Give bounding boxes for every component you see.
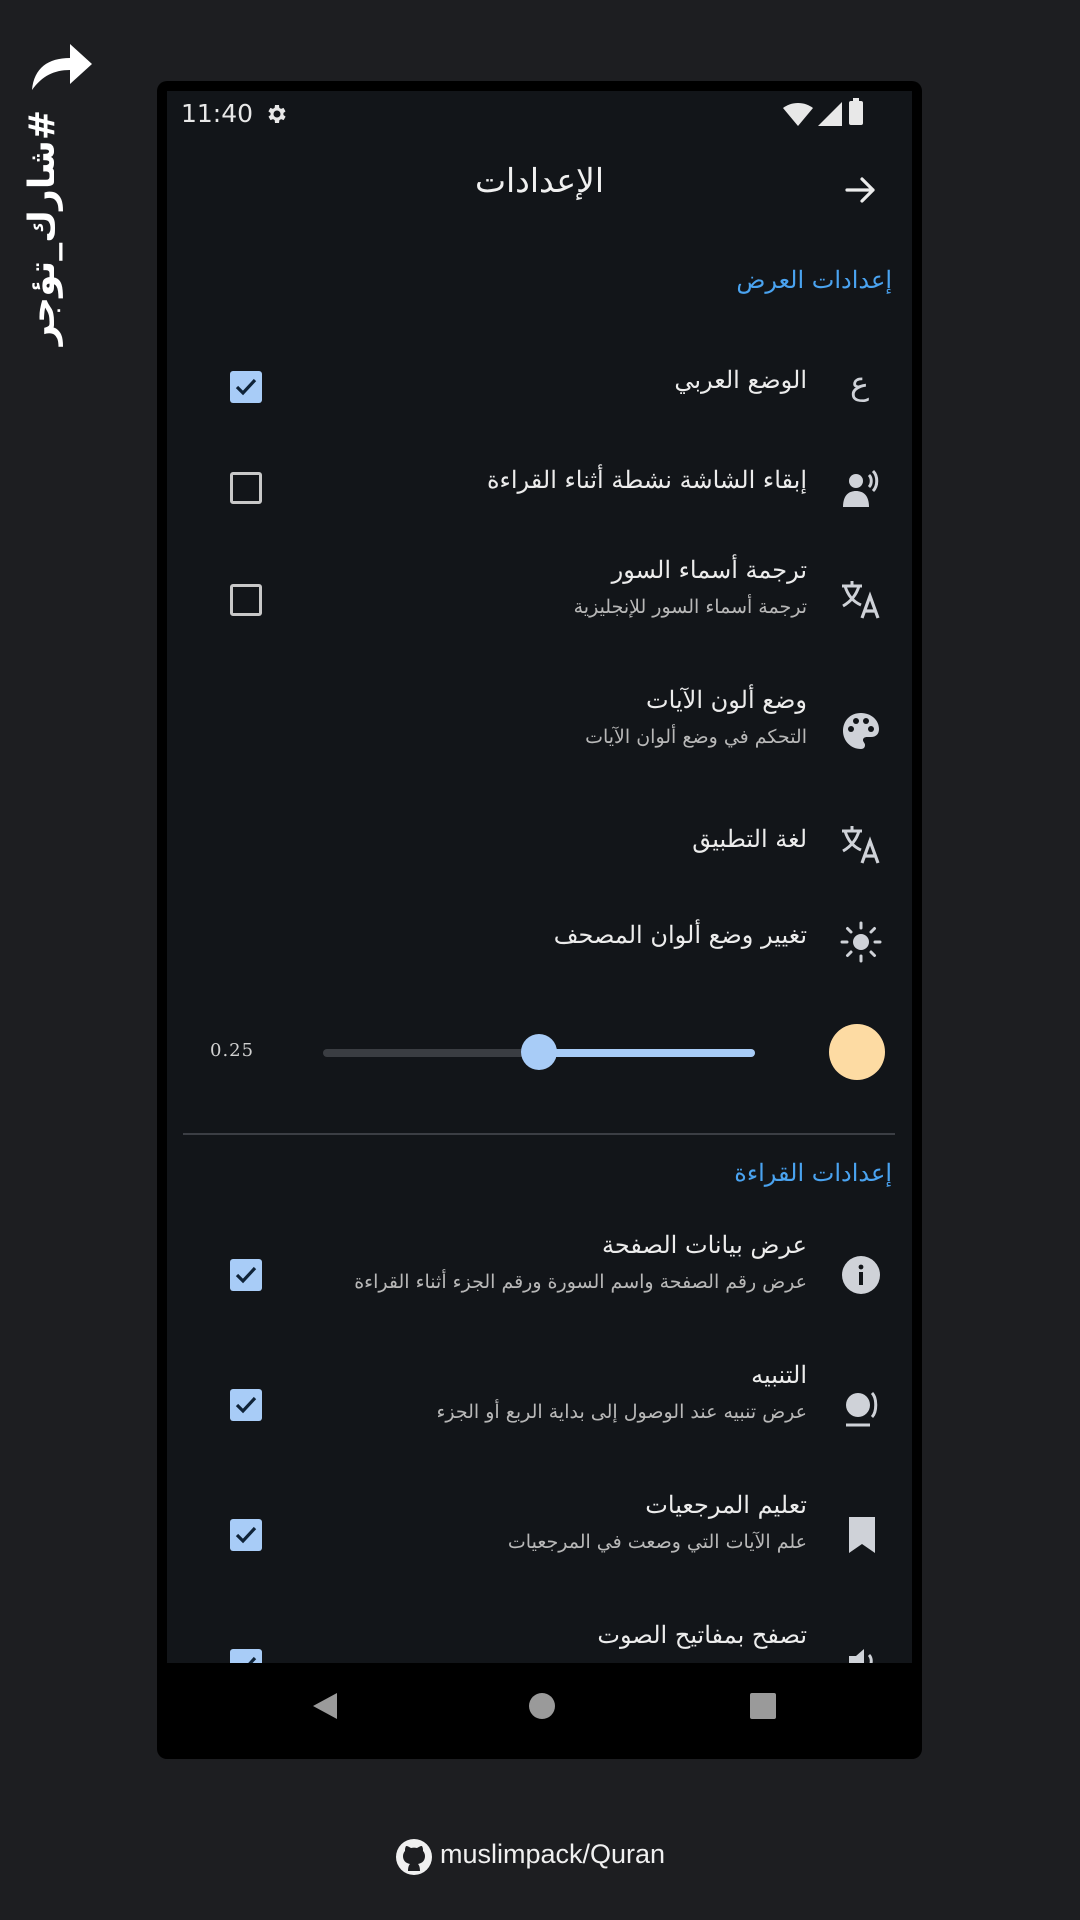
- setting-translate-surah-names[interactable]: ترجمة أسماء السور ترجمة أسماء السور للإن…: [167, 546, 912, 656]
- check-icon: [235, 1526, 257, 1544]
- slider-thumb[interactable]: [521, 1034, 557, 1070]
- alert-checkbox[interactable]: [230, 1389, 262, 1421]
- cell-signal-icon: [818, 102, 842, 126]
- slider-value-label: 0.25: [210, 1040, 255, 1061]
- settings-gear-icon: [268, 105, 286, 123]
- nav-recents-icon[interactable]: [750, 1693, 776, 1719]
- check-icon: [235, 378, 257, 396]
- repo-footer: muslimpack/Quran: [0, 1836, 1080, 1876]
- status-time: 11:40: [181, 99, 254, 128]
- setting-bookmarks[interactable]: تعليم المرجعيات علم الآيات التي وصعت في …: [167, 1481, 912, 1591]
- volume-icon: [849, 1649, 873, 1663]
- phone-frame: 11:40 الإعدادات إعدادات العرض ع الوضع ال…: [157, 81, 922, 1759]
- brightness-icon: [840, 921, 882, 963]
- setting-subtitle: عرض تنبيه عند الوصول إلى بداية الربع أو …: [436, 1401, 807, 1423]
- share-arrow-icon: [32, 44, 92, 90]
- setting-title: التنبيه: [751, 1361, 807, 1389]
- page-info-checkbox[interactable]: [230, 1259, 262, 1291]
- alert-bell-icon: [846, 1391, 878, 1427]
- volume-keys-checkbox[interactable]: [230, 1649, 262, 1663]
- setting-arabic-mode[interactable]: ع الوضع العربي: [167, 346, 912, 428]
- app-bar: الإعدادات: [167, 151, 912, 231]
- setting-subtitle: عرض رقم الصفحة واسم السورة ورقم الجزء أث…: [354, 1271, 807, 1293]
- translate-icon: [842, 826, 880, 864]
- setting-title: تغيير وضع ألوان المصحف: [553, 921, 807, 949]
- setting-title: عرض بيانات الصفحة: [602, 1231, 807, 1259]
- bookmark-icon: [849, 1517, 875, 1553]
- setting-subtitle: علم الآيات التي وصعت في المرجعيات: [507, 1531, 807, 1553]
- setting-volume-keys[interactable]: تصفح بمفاتيح الصوت: [167, 1611, 912, 1663]
- hashtag-text: #شارك_تؤجر: [22, 110, 63, 346]
- nav-home-icon[interactable]: [529, 1693, 555, 1719]
- color-swatch[interactable]: [829, 1024, 885, 1080]
- check-icon: [235, 1396, 257, 1414]
- system-nav-bar: [167, 1663, 912, 1749]
- setting-title: وضع ألون الآيات: [646, 686, 807, 714]
- info-icon: [842, 1256, 880, 1294]
- bookmarks-checkbox[interactable]: [230, 1519, 262, 1551]
- battery-icon: [849, 98, 863, 125]
- translate-icon: [842, 581, 880, 619]
- github-icon: [396, 1839, 432, 1875]
- setting-title: تعليم المرجعيات: [645, 1491, 807, 1519]
- check-icon: [235, 1266, 257, 1284]
- reading-settings-header: إعدادات القراءة: [734, 1159, 892, 1187]
- setting-title: إبقاء الشاشة نشطة أثناء القراءة: [486, 466, 807, 494]
- slider-fill: [539, 1049, 755, 1057]
- arabic-letter-icon: ع: [850, 364, 870, 402]
- wifi-icon: [783, 103, 813, 126]
- nav-back-icon[interactable]: [311, 1691, 339, 1721]
- setting-title: لغة التطبيق: [692, 825, 807, 853]
- setting-subtitle: التحكم في وضع ألوان الآيات: [585, 726, 807, 748]
- setting-page-info[interactable]: عرض بيانات الصفحة عرض رقم الصفحة واسم ال…: [167, 1221, 912, 1331]
- settings-screen: 11:40 الإعدادات إعدادات العرض ع الوضع ال…: [167, 91, 912, 1663]
- palette-icon: [843, 713, 879, 749]
- page-title: الإعدادات: [474, 161, 605, 200]
- check-icon: [248, 1656, 257, 1663]
- setting-keep-screen-on[interactable]: إبقاء الشاشة نشطة أثناء القراءة: [167, 446, 912, 528]
- setting-subtitle: ترجمة أسماء السور للإنجليزية: [573, 596, 807, 618]
- translate-surah-checkbox[interactable]: [230, 584, 262, 616]
- display-settings-header: إعدادات العرض: [736, 266, 892, 294]
- keep-screen-on-checkbox[interactable]: [230, 472, 262, 504]
- setting-alert[interactable]: التنبيه عرض تنبيه عند الوصول إلى بداية ا…: [167, 1351, 912, 1461]
- screen-awake-icon: [843, 469, 879, 507]
- repo-name: muslimpack/Quran: [440, 1839, 666, 1869]
- setting-title: تصفح بمفاتيح الصوت: [597, 1621, 807, 1649]
- setting-app-language[interactable]: لغة التطبيق: [167, 803, 912, 885]
- setting-title: ترجمة أسماء السور: [611, 556, 807, 584]
- back-arrow-icon[interactable]: [843, 172, 879, 208]
- section-divider: [183, 1133, 895, 1135]
- setting-title: الوضع العربي: [674, 366, 807, 394]
- status-bar: 11:40: [167, 91, 912, 133]
- arabic-mode-checkbox[interactable]: [230, 371, 262, 403]
- setting-ayah-colors[interactable]: وضع ألون الآيات التحكم في وضع ألوان الآي…: [167, 676, 912, 786]
- setting-mushaf-colors[interactable]: تغيير وضع ألوان المصحف: [167, 901, 912, 983]
